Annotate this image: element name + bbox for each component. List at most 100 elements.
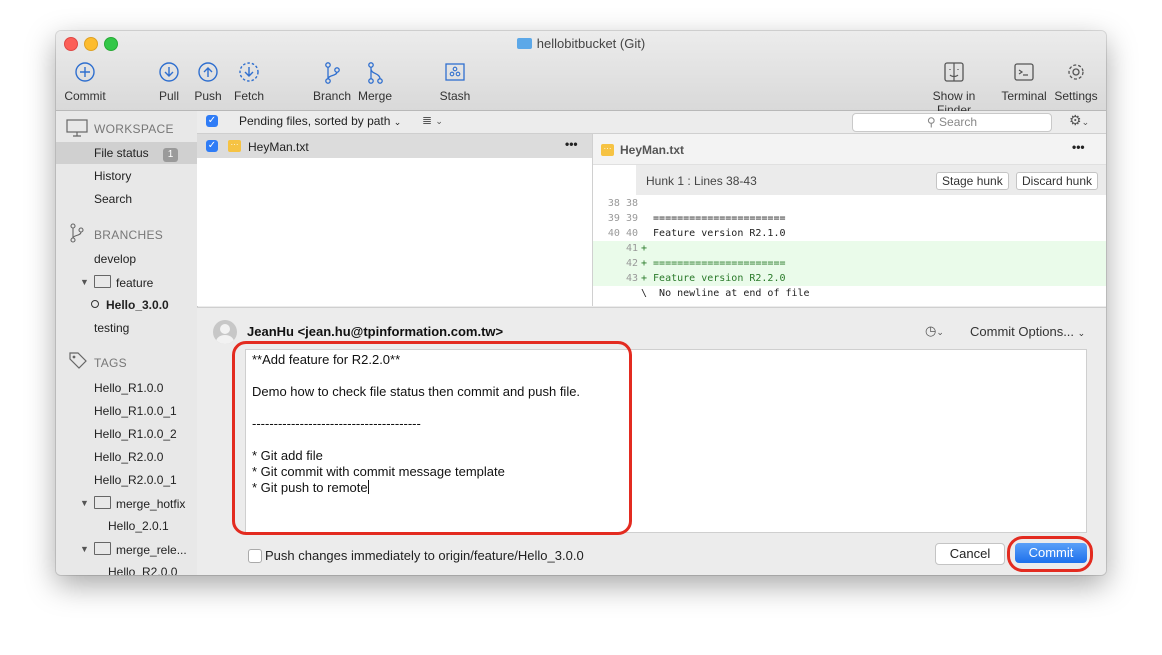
sort-dropdown[interactable]: Pending files, sorted by path ⌄	[239, 114, 401, 128]
line-numbers: 38 38	[593, 196, 638, 211]
show-in-finder-button[interactable]: Show in Finder	[914, 61, 994, 117]
merge-button[interactable]: Merge	[356, 61, 394, 103]
diff-line-text: + ======================	[641, 258, 786, 269]
sidebar-item-tag[interactable]: Hello_2.0.1	[108, 519, 169, 533]
folder-icon	[94, 275, 111, 288]
fetch-button[interactable]: Fetch	[231, 61, 267, 103]
new-line-number: 43	[625, 273, 638, 284]
diff-line-text: Feature version R2.1.0	[641, 228, 786, 239]
gear-icon	[1053, 61, 1099, 85]
file-modified-icon: ···	[601, 144, 614, 156]
branch-button[interactable]: Branch	[312, 61, 352, 103]
current-branch-icon	[91, 300, 99, 308]
line-numbers: 43	[593, 271, 638, 286]
folder-icon	[94, 542, 111, 555]
stash-label: Stash	[439, 89, 471, 103]
diff-line-added: 42 + ======================	[593, 256, 1106, 271]
chevron-down-icon[interactable]: ▼	[80, 544, 89, 554]
pull-button[interactable]: Pull	[154, 61, 184, 103]
diff-line: 39 39 ======================	[593, 211, 1106, 226]
select-all-checkbox[interactable]: ✓	[206, 115, 218, 127]
push-immediately-label: Push changes immediately to origin/featu…	[265, 548, 584, 563]
new-line-number: 41	[625, 243, 638, 254]
hunk-header: Hunk 1 : Lines 38-43 Stage hunk Discard …	[636, 165, 1106, 195]
push-immediately-checkbox[interactable]	[248, 549, 262, 563]
old-line-number: 38	[607, 198, 620, 209]
diff-line-text: +	[641, 243, 648, 254]
gear-icon[interactable]: ⚙⌄	[1069, 112, 1089, 129]
cancel-button[interactable]: Cancel	[935, 543, 1005, 565]
tags-header: TAGS	[94, 356, 127, 370]
diff-line-added: 41 +	[593, 241, 1106, 256]
stage-hunk-button[interactable]: Stage hunk	[936, 172, 1009, 190]
arrow-down-circle-icon	[154, 61, 184, 85]
diff-line: \ No newline at end of file	[593, 286, 1106, 301]
sidebar: WORKSPACE File status 1 History Search BR…	[56, 111, 198, 575]
sidebar-item-tag[interactable]: Hello_R2.0.0_1	[94, 473, 177, 487]
file-status-label: File status	[94, 146, 149, 160]
sidebar-item-tag[interactable]: Hello_R1.0.0_2	[94, 427, 177, 441]
pull-label: Pull	[158, 89, 179, 103]
chevron-down-icon: ⌄	[1077, 328, 1086, 338]
sidebar-item-current-branch[interactable]: Hello_3.0.0	[91, 298, 169, 312]
stash-button[interactable]: Stash	[437, 61, 473, 103]
more-icon[interactable]: •••	[565, 137, 578, 151]
diff-header: ··· HeyMan.txt •••	[593, 134, 1106, 165]
discard-hunk-button[interactable]: Discard hunk	[1016, 172, 1099, 190]
arrow-up-circle-icon	[193, 61, 223, 85]
file-list-toolbar: ✓ Pending files, sorted by path ⌄ ≣ ⌄ ⚲ …	[197, 111, 1106, 134]
chevron-down-icon[interactable]: ▼	[80, 498, 89, 508]
list-view-icon[interactable]: ≣ ⌄	[422, 113, 443, 127]
diff-line: 38 38	[593, 196, 1106, 211]
current-branch-label: Hello_3.0.0	[106, 298, 169, 312]
diff-line-text: + Feature version R2.2.0	[641, 273, 786, 284]
settings-label: Settings	[1054, 89, 1098, 103]
branches-header: BRANCHES	[94, 228, 164, 242]
file-list: ✓ ··· HeyMan.txt •••	[197, 134, 593, 306]
toolbar: hellobitbucket (Git) Commit Pull Push Fe…	[56, 31, 1106, 117]
folder-icon	[94, 496, 111, 509]
file-name: HeyMan.txt	[248, 140, 309, 154]
terminal-icon	[1000, 61, 1048, 85]
commit-options-dropdown[interactable]: Commit Options... ⌄	[970, 324, 1085, 339]
commit-panel: JeanHu <jean.hu@tpinformation.com.tw> ◷⌄…	[197, 307, 1106, 575]
push-button[interactable]: Push	[193, 61, 223, 103]
sidebar-item-tag[interactable]: Hello_R2.0.0	[94, 450, 163, 464]
diff-filename: HeyMan.txt	[620, 143, 685, 157]
history-clock-icon[interactable]: ◷⌄	[925, 323, 944, 339]
commit-toolbar-button[interactable]: Commit	[64, 61, 106, 103]
avatar	[213, 320, 237, 344]
file-checkbox[interactable]: ✓	[206, 140, 218, 152]
sidebar-item-history[interactable]: History	[94, 169, 131, 183]
sidebar-item-search[interactable]: Search	[94, 192, 132, 206]
diff-line: 40 40 Feature version R2.1.0	[593, 226, 1106, 241]
sidebar-item-tag[interactable]: Hello_R1.0.0	[94, 381, 163, 395]
file-modified-icon: ···	[228, 140, 241, 152]
list-item[interactable]: ✓ ··· HeyMan.txt •••	[197, 134, 592, 158]
line-numbers: 39 39	[593, 211, 638, 226]
line-numbers: 42	[593, 256, 638, 271]
fetch-icon	[231, 61, 267, 85]
search-input[interactable]: ⚲ Search	[852, 113, 1052, 132]
old-line-number: 39	[607, 213, 620, 224]
sidebar-item-file-status[interactable]: File status 1	[94, 146, 179, 162]
settings-button[interactable]: Settings	[1053, 61, 1099, 103]
line-numbers: 40 40	[593, 226, 638, 241]
sidebar-item-develop[interactable]: develop	[94, 252, 136, 266]
hunk-title: Hunk 1 : Lines 38-43	[646, 174, 757, 188]
sidebar-item-tag[interactable]: Hello_R1.0.0_1	[94, 404, 177, 418]
sidebar-item-merge-hotfix[interactable]: merge_hotfix	[94, 496, 185, 511]
sidebar-item-feature[interactable]: feature	[94, 275, 153, 290]
chevron-down-icon: ⌄	[393, 117, 402, 127]
chevron-down-icon[interactable]: ▼	[80, 277, 89, 287]
workspace-header: WORKSPACE	[94, 122, 174, 136]
more-icon[interactable]: •••	[1072, 140, 1085, 154]
sidebar-item-testing[interactable]: testing	[94, 321, 129, 335]
terminal-label: Terminal	[1001, 89, 1047, 103]
message-highlight-annotation	[232, 341, 632, 535]
new-line-number: 38	[625, 198, 638, 209]
terminal-button[interactable]: Terminal	[1000, 61, 1048, 103]
sidebar-item-merge-release[interactable]: merge_rele...	[94, 542, 187, 557]
stash-icon	[437, 61, 473, 85]
sidebar-item-tag[interactable]: Hello_R2.0.0	[108, 565, 177, 575]
